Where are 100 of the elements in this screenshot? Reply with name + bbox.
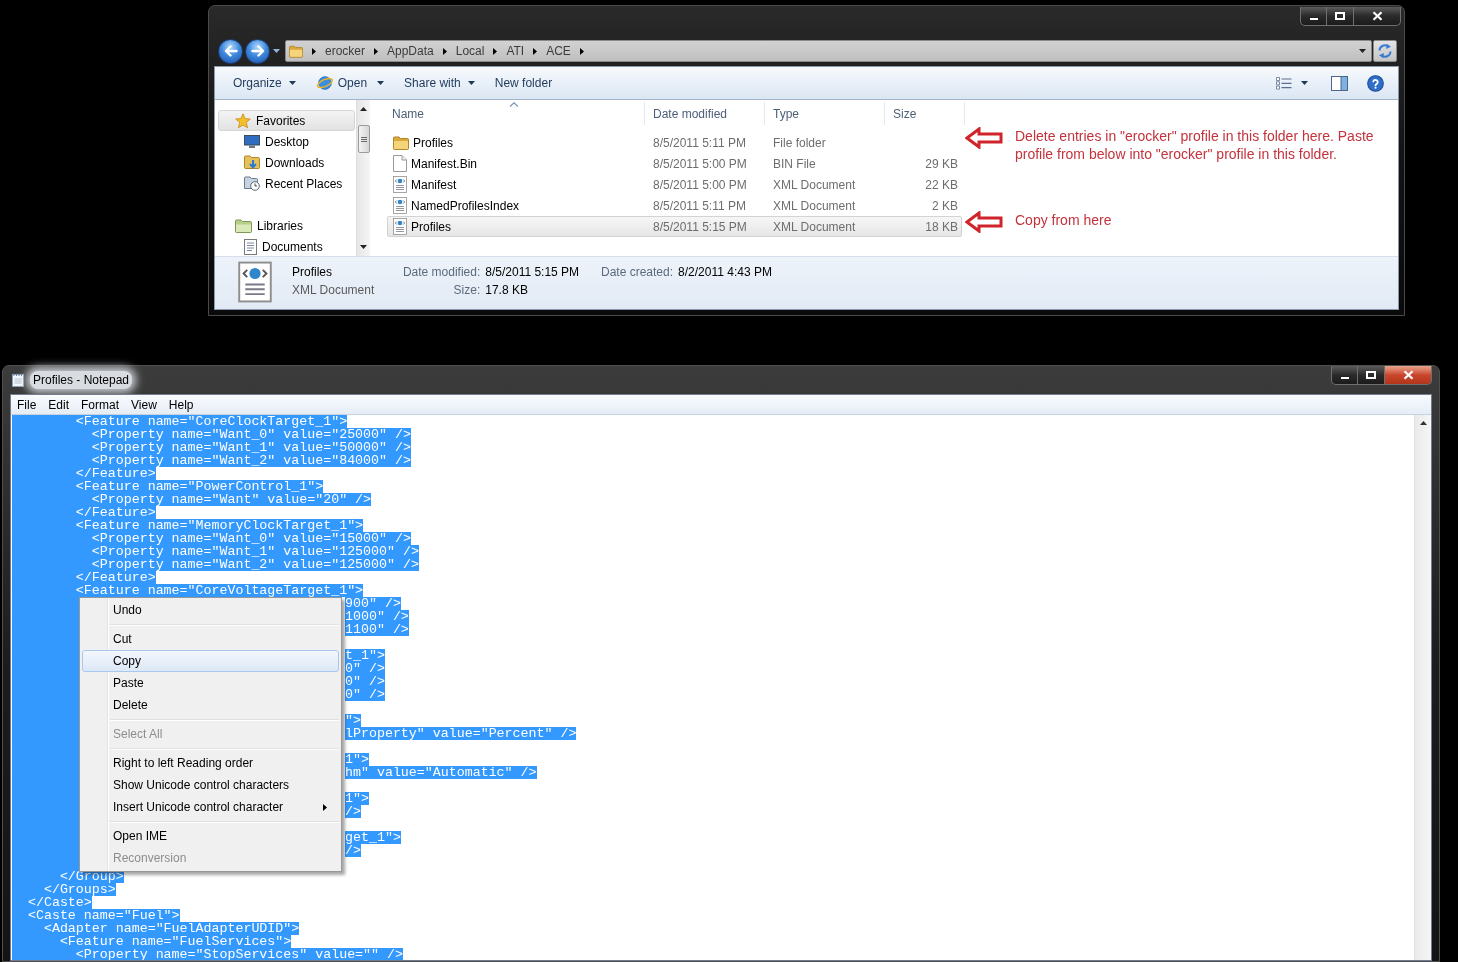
caret-up-icon[interactable]: [1419, 421, 1427, 425]
toolbar-button[interactable]: New folder: [484, 71, 563, 95]
scrollbar[interactable]: [1414, 415, 1431, 960]
caret-right-icon[interactable]: [579, 47, 584, 55]
xml-file-icon: [393, 197, 407, 214]
maximize-icon: [1366, 371, 1376, 379]
close-button[interactable]: [1354, 7, 1401, 26]
file-type: XML Document: [773, 176, 856, 194]
breadcrumb-item[interactable]: Local: [455, 42, 485, 60]
menu-item[interactable]: Edit: [42, 395, 76, 414]
library-folder-icon: [235, 218, 252, 233]
menu-item[interactable]: File: [11, 395, 43, 414]
file-type: BIN File: [773, 155, 816, 173]
notepad-icon: [12, 373, 24, 387]
menu-item[interactable]: Show Unicode control characters: [82, 774, 339, 796]
caret-right-icon[interactable]: [493, 47, 498, 55]
maximize-button[interactable]: [1358, 366, 1385, 385]
menu-item[interactable]: Right to left Reading order: [82, 752, 339, 774]
minimize-button[interactable]: [1331, 366, 1358, 385]
scrollbar[interactable]: [356, 100, 370, 256]
file-row[interactable]: Profiles 8/5/2011 5:11 PM File folder: [387, 132, 962, 153]
arrow-left-icon: [965, 127, 1003, 149]
caret-down-icon[interactable]: [1301, 81, 1308, 85]
property-value: 8/2/2011 4:43 PM: [678, 264, 772, 281]
breadcrumb-item[interactable]: AppData: [387, 42, 434, 60]
caret-right-icon[interactable]: [442, 47, 447, 55]
menu-item[interactable]: Insert Unicode control character: [82, 796, 339, 818]
nav-item[interactable]: Recent Places: [218, 173, 355, 194]
grip-icon: [360, 136, 367, 142]
toolbar-button[interactable]: Organize: [223, 71, 306, 95]
refresh-button[interactable]: [1373, 40, 1397, 62]
folder-icon: [289, 44, 303, 58]
file-row[interactable]: Profiles 8/5/2011 5:15 PM XML Document 18 KB: [387, 216, 962, 237]
property-value: 8/5/2011 5:15 PM: [485, 264, 581, 281]
close-button[interactable]: [1385, 366, 1432, 385]
menu-item[interactable]: Format: [75, 395, 126, 414]
caret-down-icon[interactable]: [1359, 49, 1366, 53]
maximize-button[interactable]: [1327, 7, 1354, 26]
caret-down-icon[interactable]: [360, 245, 367, 249]
minimize-button[interactable]: [1300, 7, 1327, 26]
nav-item[interactable]: Downloads: [218, 152, 355, 173]
nav-item[interactable]: Desktop: [218, 131, 355, 152]
menu-item[interactable]: Copy: [82, 650, 339, 672]
folder-clock-icon: [244, 176, 260, 191]
nav-item[interactable]: Libraries: [218, 215, 355, 236]
caret-up-icon[interactable]: [360, 107, 367, 111]
view-list-icon[interactable]: [1276, 76, 1292, 90]
toolbar-button[interactable]: Open: [305, 71, 395, 95]
caret-down-icon: [288, 81, 296, 85]
file-row[interactable]: Manifest 8/5/2011 5:00 PM XML Document 22 KB: [387, 174, 962, 195]
column-header[interactable]: Name: [384, 102, 645, 125]
maximize-icon: [1335, 12, 1345, 20]
file-row[interactable]: Manifest.Bin 8/5/2011 5:00 PM BIN File 29 KB: [387, 153, 962, 174]
property-label: Size:: [452, 282, 481, 299]
file-name: Manifest: [411, 176, 457, 194]
breadcrumb-item[interactable]: erocker: [325, 42, 365, 60]
star-icon: [235, 112, 251, 129]
xml-file-icon: [393, 176, 407, 193]
file-row[interactable]: NamedProfilesIndex 8/5/2011 5:11 PM XML Document 2 KB: [387, 195, 962, 216]
toolbar-button[interactable]: Share with: [394, 71, 485, 95]
scrollbar-thumb[interactable]: [357, 125, 370, 153]
file-size: 22 KB: [925, 176, 958, 194]
menu-item[interactable]: Help: [162, 395, 200, 414]
address-bar[interactable]: erocker AppData Local ATI ACE: [285, 40, 1372, 62]
property-value: 17.8 KB: [485, 282, 529, 299]
file-size: 29 KB: [925, 155, 958, 173]
caret-down-icon[interactable]: [273, 49, 280, 53]
breadcrumb-item[interactable]: ATI: [506, 42, 525, 60]
monitor-icon: [244, 135, 260, 148]
file-name: Profiles: [292, 264, 333, 281]
folder-download-icon: [244, 155, 260, 170]
arrow-right-icon: [250, 45, 265, 57]
menu-item[interactable]: View: [125, 395, 163, 414]
menu-item[interactable]: Delete: [82, 694, 339, 716]
column-header[interactable]: Size: [885, 102, 965, 125]
column-header[interactable]: Date modified: [645, 102, 765, 125]
menu-item[interactable]: Open IME: [82, 825, 339, 847]
globe-icon: [315, 74, 334, 92]
xml-file-icon: [238, 261, 272, 303]
minimize-icon: [1308, 16, 1319, 21]
breadcrumb-item[interactable]: ACE: [546, 42, 571, 60]
file-type: File folder: [773, 134, 826, 152]
menu-item[interactable]: Paste: [82, 672, 339, 694]
caret-right-icon[interactable]: [533, 47, 538, 55]
nav-item[interactable]: Favorites: [218, 110, 355, 131]
help-icon[interactable]: [1367, 74, 1384, 92]
column-header[interactable]: Type: [765, 102, 885, 125]
forward-button[interactable]: [245, 38, 270, 64]
menu-item[interactable]: Cut: [82, 628, 339, 650]
caret-right-icon[interactable]: [374, 47, 378, 55]
back-button[interactable]: [218, 38, 243, 64]
date-modified: 8/5/2011 5:15 PM: [653, 218, 747, 236]
caret-right-icon[interactable]: [312, 47, 316, 55]
close-icon: [1402, 370, 1414, 380]
menu-item[interactable]: Undo: [82, 599, 339, 621]
preview-pane-icon[interactable]: [1331, 75, 1348, 91]
file-size: 2 KB: [932, 197, 958, 215]
minimize-icon: [1339, 375, 1350, 380]
file-name: NamedProfilesIndex: [411, 197, 520, 215]
file-icon: [393, 155, 407, 172]
